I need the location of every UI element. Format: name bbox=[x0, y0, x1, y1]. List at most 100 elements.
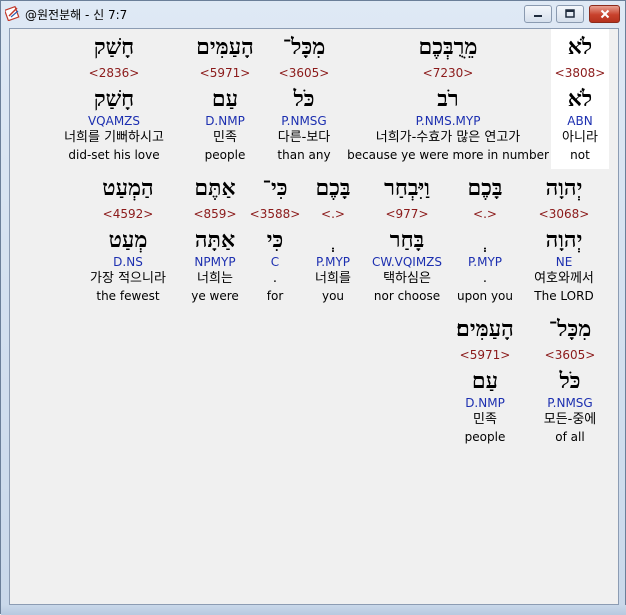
parsing-code: NE bbox=[555, 255, 573, 269]
close-button[interactable] bbox=[589, 5, 620, 23]
maximize-button[interactable] bbox=[556, 5, 584, 23]
korean-gloss: 민족 bbox=[213, 130, 237, 145]
hebrew-word: חָשַׁק bbox=[93, 34, 135, 60]
hebrew-root: עַם bbox=[211, 86, 239, 112]
english-gloss: people bbox=[204, 148, 246, 162]
korean-gloss: 모든-중에 bbox=[543, 412, 597, 427]
parsing-code: P.MYP bbox=[467, 255, 503, 269]
minimize-icon bbox=[534, 15, 542, 17]
word-cell[interactable]: בָּכֶם <.> ְ P.MYP . upon you bbox=[450, 174, 520, 304]
parsing-code: P.NMSG bbox=[547, 396, 593, 410]
korean-gloss: 너희는 bbox=[197, 271, 233, 286]
word-cell[interactable]: אַתֶּם <859> אַתָּה NPMYP 너희는 ye were bbox=[182, 174, 248, 304]
hebrew-root: עַם bbox=[471, 368, 499, 394]
maximize-icon bbox=[565, 9, 575, 18]
app-icon[interactable] bbox=[3, 5, 21, 22]
strong-number[interactable]: <3068> bbox=[539, 206, 590, 222]
english-gloss: you bbox=[321, 289, 345, 303]
parsing-code: VQAMZS bbox=[87, 114, 141, 128]
word-cell[interactable]: לֹא <3808> לֹא ABN 아니라 not bbox=[551, 29, 609, 169]
korean-gloss: 너희가-수효가 많은 연고가 bbox=[375, 130, 521, 145]
korean-gloss: 다른-보다 bbox=[277, 130, 331, 145]
strong-number[interactable]: <3605> bbox=[545, 347, 596, 363]
parsing-code: NPMYP bbox=[194, 255, 236, 269]
word-cell[interactable]: בָּכֶם <.> ְ P.MYP 너희를 you bbox=[300, 174, 366, 304]
english-gloss: people bbox=[464, 430, 506, 444]
hebrew-word: מֵרֻבְּכֶם bbox=[418, 34, 478, 60]
hebrew-word: בָּכֶם bbox=[315, 175, 351, 201]
hebrew-word: מִכָּל־ bbox=[282, 34, 326, 60]
korean-gloss: 가장 적으니라 bbox=[90, 271, 166, 286]
strong-number[interactable]: <977> bbox=[385, 206, 428, 222]
word-cell[interactable]: מֵרֻבְּכֶם <7230> רֹב P.NMS.MYP 너희가-수효가 … bbox=[347, 33, 549, 163]
english-gloss: because ye were more in number bbox=[347, 148, 549, 162]
minimize-button[interactable] bbox=[524, 5, 552, 23]
english-gloss: ye were bbox=[191, 289, 239, 303]
strong-number[interactable]: <5971> bbox=[200, 65, 251, 81]
parsing-code: D.NMP bbox=[465, 396, 505, 410]
english-gloss: did-set his love bbox=[68, 148, 160, 162]
word-cell[interactable]: יְהוָה <3068> יְהוָה NE 여호와께서 The LORD bbox=[519, 174, 609, 304]
window-title: @원전분해 - 신 7:7 bbox=[25, 8, 128, 22]
hebrew-word: וַיִּבְחַר bbox=[384, 175, 430, 201]
korean-gloss: 민족 bbox=[473, 412, 497, 427]
hebrew-root: מְעַט bbox=[108, 227, 148, 253]
hebrew-word: לֹא bbox=[567, 34, 593, 60]
english-gloss: not bbox=[570, 148, 590, 162]
hebrew-root: רֹב bbox=[437, 86, 459, 112]
hebrew-root: כֹּל bbox=[559, 368, 581, 394]
hebrew-word: הַמְעַט bbox=[102, 175, 154, 201]
korean-gloss: 너희를 기뻐하시고 bbox=[64, 130, 164, 145]
hebrew-word: הָעַמִּים׃ bbox=[456, 316, 514, 342]
strong-number[interactable]: <3588> bbox=[250, 206, 301, 222]
parsing-code: ABN bbox=[567, 114, 593, 128]
strong-number[interactable]: <3808> bbox=[555, 65, 606, 81]
parsing-code: P.NMS.MYP bbox=[415, 114, 481, 128]
strong-number[interactable]: <4592> bbox=[103, 206, 154, 222]
close-icon bbox=[600, 9, 609, 19]
word-cell[interactable]: מִכָּל־ <3605> כֹּל P.NMSG 다른-보다 than an… bbox=[264, 33, 344, 163]
strong-number[interactable]: <859> bbox=[193, 206, 236, 222]
hebrew-root: לֹא bbox=[567, 86, 593, 112]
word-cell[interactable]: מִכָּל־ <3605> כֹּל P.NMSG 모든-중에 of all bbox=[530, 315, 610, 445]
word-cell[interactable]: הַמְעַט <4592> מְעַט D.NS 가장 적으니라 the fe… bbox=[72, 174, 184, 304]
word-cell[interactable]: הָעַמִּים׃ <5971> עַם D.NMP 민족 people bbox=[440, 315, 530, 445]
english-gloss: The LORD bbox=[534, 289, 594, 303]
strong-number[interactable]: <.> bbox=[473, 206, 497, 222]
word-cell[interactable]: כִּי־ <3588> כִּי C . for bbox=[246, 174, 304, 304]
hebrew-root: כִּי bbox=[266, 227, 284, 253]
strong-number[interactable]: <3605> bbox=[279, 65, 330, 81]
korean-gloss: 너희를 bbox=[315, 271, 351, 286]
strong-number[interactable]: <.> bbox=[321, 206, 345, 222]
parsing-code: CW.VQIMZS bbox=[371, 255, 443, 269]
english-gloss: than any bbox=[277, 148, 331, 162]
hebrew-root: אַתָּה bbox=[194, 227, 236, 253]
parsing-code: C bbox=[270, 255, 280, 269]
parsing-code: D.NS bbox=[113, 255, 143, 269]
english-gloss: of all bbox=[555, 430, 585, 444]
korean-gloss: 택하심은 bbox=[383, 271, 431, 286]
korean-gloss: 아니라 bbox=[562, 130, 598, 145]
korean-gloss: . bbox=[482, 271, 488, 286]
hebrew-word: מִכָּל־ bbox=[548, 316, 592, 342]
hebrew-word: הָעַמִּים bbox=[196, 34, 254, 60]
word-cell[interactable]: הָעַמִּים <5971> עַם D.NMP 민족 people bbox=[180, 33, 270, 163]
strong-number[interactable]: <7230> bbox=[423, 65, 474, 81]
korean-gloss: . bbox=[272, 271, 278, 286]
hebrew-word: בָּכֶם bbox=[467, 175, 503, 201]
word-cell[interactable]: וַיִּבְחַר <977> בָּחַר CW.VQIMZS 택하심은 n… bbox=[362, 174, 452, 304]
strong-number[interactable]: <2836> bbox=[89, 65, 140, 81]
parsing-code: P.MYP bbox=[315, 255, 351, 269]
title-bar[interactable]: @원전분해 - 신 7:7 bbox=[1, 1, 625, 27]
interlinear-panel[interactable]: לֹא <3808> לֹא ABN 아니라 not מֵרֻבְּכֶם <7… bbox=[9, 28, 619, 605]
english-gloss: for bbox=[266, 289, 284, 303]
word-cell[interactable]: חָשַׁק <2836> חָשַׁק VQAMZS 너희를 기뻐하시고 di… bbox=[44, 33, 184, 163]
hebrew-word: אַתֶּם bbox=[194, 175, 236, 201]
parsing-code: P.NMSG bbox=[281, 114, 327, 128]
english-gloss: the fewest bbox=[96, 289, 160, 303]
english-gloss: upon you bbox=[456, 289, 514, 303]
hebrew-root: חָשַׁק bbox=[93, 86, 135, 112]
strong-number[interactable]: <5971> bbox=[460, 347, 511, 363]
hebrew-word: כִּי־ bbox=[262, 175, 288, 201]
hebrew-root: בָּחַר bbox=[389, 227, 425, 253]
